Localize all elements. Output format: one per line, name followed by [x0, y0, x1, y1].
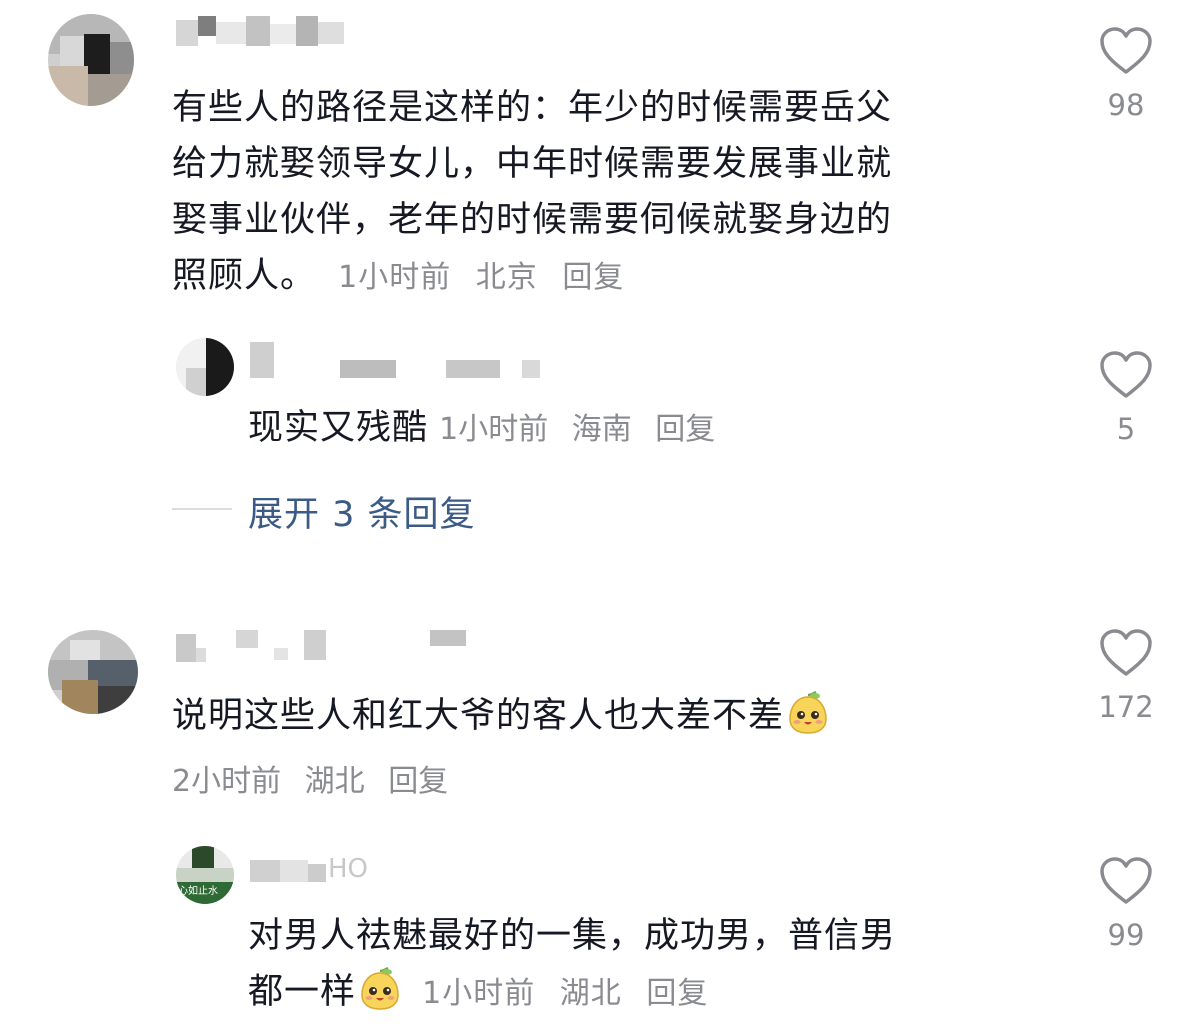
heart-outline-icon: [1100, 629, 1152, 676]
reply-button[interactable]: 回复: [655, 412, 715, 447]
like-button[interactable]: 98: [1096, 26, 1156, 122]
like-count: 172: [1098, 690, 1154, 724]
reply-time: 1小时前: [439, 412, 549, 447]
heart-outline-icon: [1100, 857, 1152, 904]
comment-location: 北京: [475, 260, 538, 295]
reply-button[interactable]: 回复: [562, 260, 624, 295]
username-redacted[interactable]: [176, 630, 476, 664]
comment-text-line: 有些人的路径是这样的：年少的时候需要岳父: [172, 88, 893, 128]
username-redacted[interactable]: [176, 16, 346, 50]
like-count: 5: [1116, 412, 1136, 446]
reply-text: 现实又残酷: [248, 408, 429, 448]
comment-time: 2小时前: [172, 764, 282, 799]
heart-outline-icon: [1100, 351, 1152, 398]
reply-text: 对男人祛魅最好的一集，成功男，普信男 都一样 1小时前 湖北 回复: [248, 908, 1068, 1022]
pear-face-emoji-icon: [361, 967, 399, 1010]
reply-time: 1小时前: [422, 976, 536, 1011]
like-count: 99: [1107, 918, 1145, 952]
heart-outline-icon: [1100, 27, 1152, 74]
comment-location: 湖北: [304, 764, 365, 799]
avatar[interactable]: [176, 338, 234, 396]
pear-face-emoji-icon: [789, 691, 827, 734]
avatar[interactable]: [48, 14, 134, 106]
comment-time: 1小时前: [338, 260, 452, 295]
avatar[interactable]: 心如止水: [176, 846, 234, 904]
like-count: 98: [1107, 88, 1145, 122]
username-redacted[interactable]: [250, 342, 550, 378]
username-fragment: HO: [328, 854, 369, 884]
comment-text: 说明这些人和红大爷的客人也大差不差: [172, 696, 785, 736]
avatar[interactable]: [48, 630, 138, 714]
expand-replies-button[interactable]: 展开 3 条回复: [248, 486, 476, 537]
reply-button[interactable]: 回复: [388, 764, 448, 799]
username-redacted[interactable]: HO: [250, 854, 390, 884]
comment-text-line: 娶事业伙伴，老年的时候需要伺候就娶身边的: [172, 200, 893, 240]
reply-button[interactable]: 回复: [646, 976, 708, 1011]
avatar-caption: 心如止水: [178, 886, 218, 897]
comment-text: 有些人的路径是这样的：年少的时候需要岳父 给力就娶领导女儿，中年时候需要发展事业…: [172, 80, 1052, 306]
reply-text-line: 对男人祛魅最好的一集，成功男，普信男: [248, 916, 897, 956]
reply-location: 湖北: [559, 976, 622, 1011]
reply-text-line: 都一样: [248, 972, 357, 1012]
comment-text-line: 给力就娶领导女儿，中年时候需要发展事业就: [172, 144, 893, 184]
like-button[interactable]: 5: [1096, 350, 1156, 446]
reply-location: 海南: [571, 412, 632, 447]
like-button[interactable]: 172: [1096, 628, 1156, 724]
divider: [172, 508, 232, 510]
comment-text-line: 照顾人。: [172, 256, 317, 296]
like-button[interactable]: 99: [1096, 856, 1156, 952]
